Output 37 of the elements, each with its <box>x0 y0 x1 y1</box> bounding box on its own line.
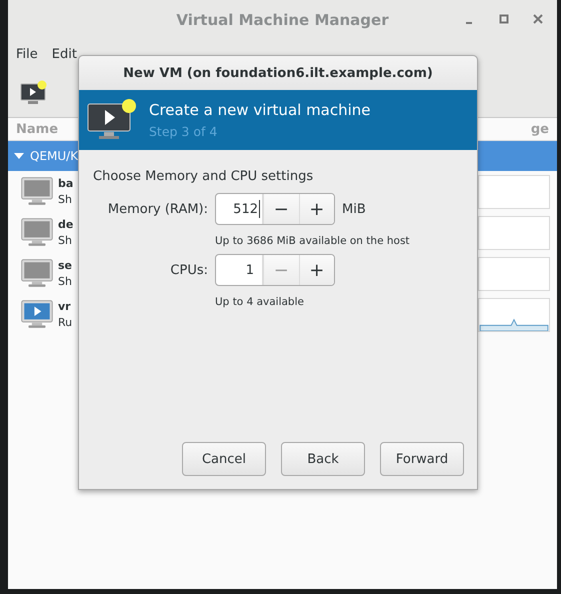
spin-field[interactable]: 512 − + <box>215 193 335 225</box>
step-indicator: Step 3 of 4 <box>149 124 218 139</box>
increment-button[interactable]: + <box>298 194 334 224</box>
section-title: Choose Memory and CPU settings <box>93 169 314 184</box>
vm-status: Ru <box>58 316 72 329</box>
decrement-button[interactable]: − <box>263 194 298 224</box>
vm-icon <box>20 176 54 207</box>
new-vm-icon <box>87 98 137 142</box>
vm-name: ba <box>58 177 74 190</box>
field-label: Memory (RAM): <box>108 202 208 216</box>
menu-item[interactable]: File <box>16 46 38 62</box>
collapse-icon[interactable] <box>14 151 24 161</box>
dialog-title: New VM (on foundation6.ilt.example.com) <box>123 66 433 80</box>
menu-item[interactable]: Edit <box>52 46 77 62</box>
connection-label: QEMU/K <box>30 149 78 163</box>
vm-icon <box>20 217 54 248</box>
vm-status: Sh <box>58 275 72 288</box>
new-vm-icon[interactable] <box>20 80 48 106</box>
field-label: CPUs: <box>170 262 208 278</box>
wizard-heading: Create a new virtual machine <box>149 101 371 119</box>
vm-name: vr <box>58 300 72 313</box>
maximize-icon[interactable] <box>499 13 509 25</box>
increment-button[interactable]: + <box>298 255 334 285</box>
hint-text: Up to 4 available <box>215 295 305 310</box>
dialog-button[interactable]: Cancel <box>182 442 266 476</box>
dialog-button[interactable]: Forward <box>380 442 464 476</box>
window-title: Virtual Machine Manager <box>176 11 389 29</box>
vm-status: Sh <box>58 234 73 247</box>
running-vm-icon <box>20 299 54 330</box>
vm-name: se <box>58 259 72 272</box>
hint-text: Up to 3686 MiB available on the host <box>215 234 411 249</box>
dialog-button[interactable]: Back <box>281 442 365 476</box>
close-icon[interactable] <box>533 13 543 25</box>
unit-label: MiB <box>342 202 367 216</box>
vm-icon <box>20 258 54 289</box>
vm-name: de <box>58 218 74 231</box>
vm-status: Sh <box>58 193 73 206</box>
